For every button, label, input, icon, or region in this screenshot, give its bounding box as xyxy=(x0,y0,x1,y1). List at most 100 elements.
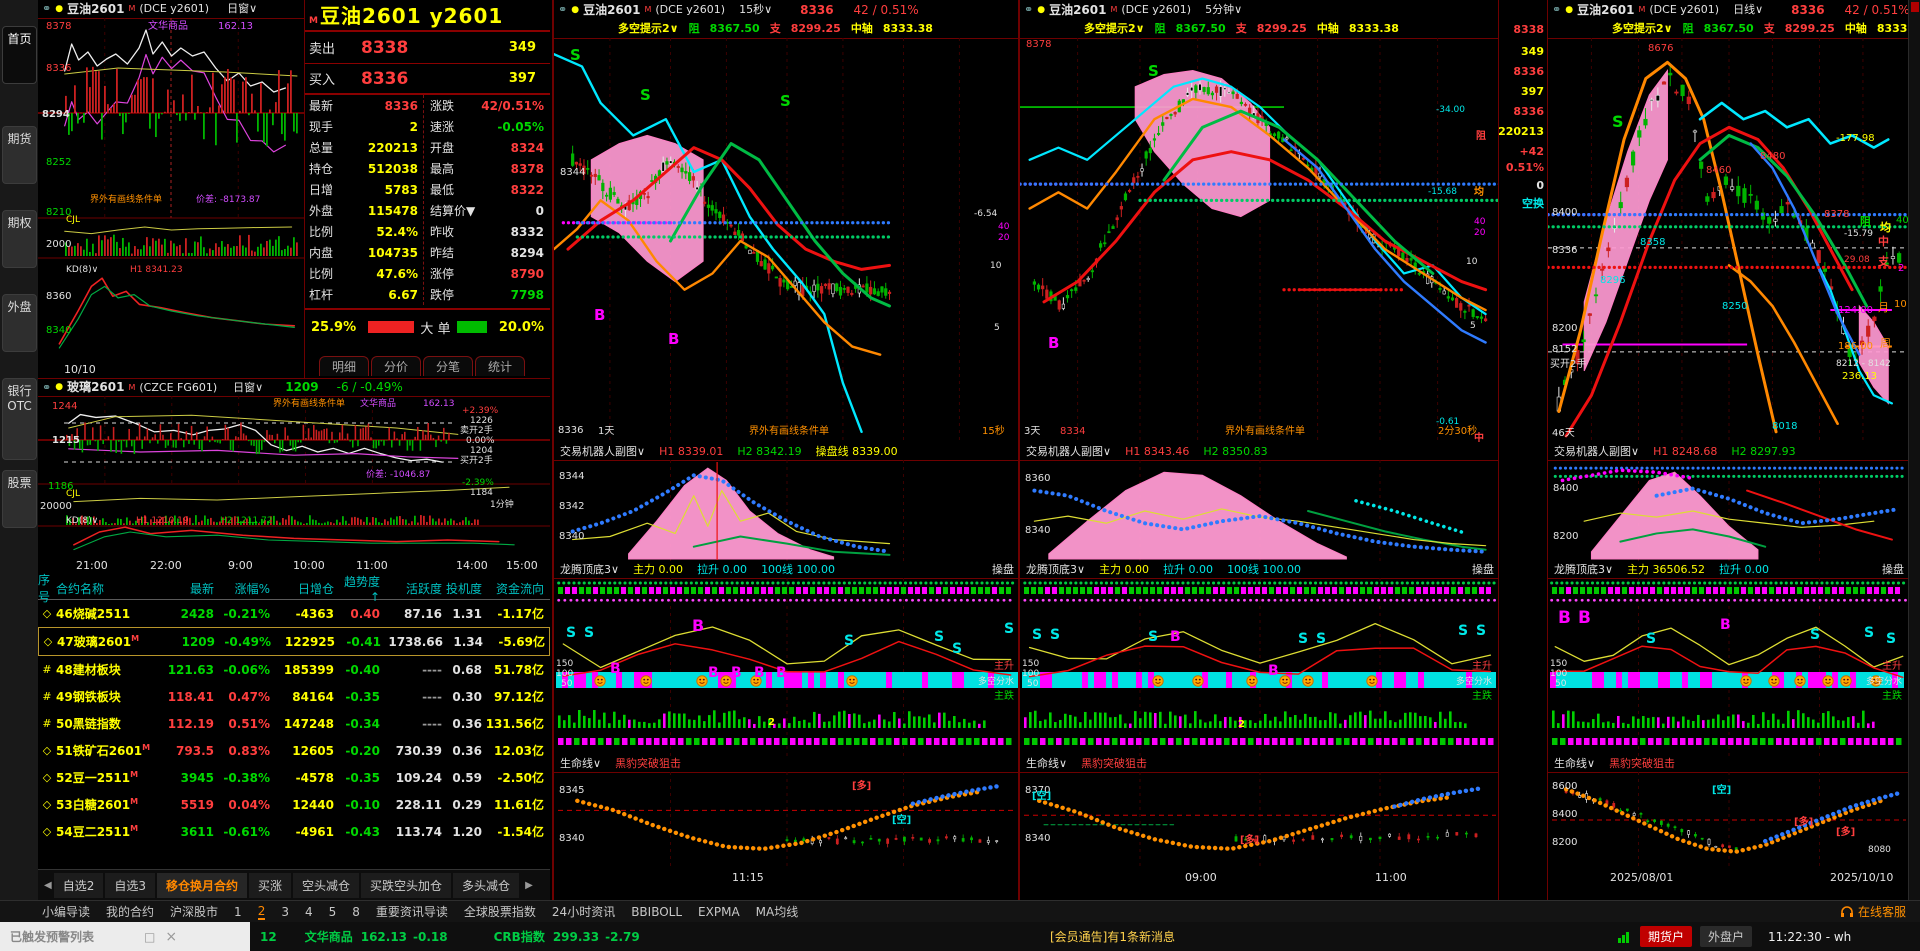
quote-tab-3[interactable]: 统计 xyxy=(475,356,526,376)
nav-item-11[interactable]: 24小时资讯 xyxy=(552,903,615,920)
nav-item-1[interactable]: 我的合约 xyxy=(106,903,154,920)
instrument-dot-icon: ● xyxy=(55,382,64,392)
quote-instrument-title: 豆油2601 y2601 xyxy=(319,4,504,28)
col-header-2[interactable]: 最新 xyxy=(162,580,214,597)
nav-item-8[interactable]: 8 xyxy=(352,905,360,919)
buy-row[interactable]: 买入 8336 397 xyxy=(305,64,550,95)
table-row[interactable]: #49钢铁板块 118.41 0.47% 84164 -0.35 ---- 0.30 97.1… xyxy=(38,683,550,710)
chart-label: 8018 xyxy=(1772,421,1798,432)
col-header-4[interactable]: 日增仓 xyxy=(270,580,334,597)
chart-label: S xyxy=(1864,625,1875,641)
member-notice[interactable]: [会员通告]有1条新消息 xyxy=(1050,928,1175,945)
nav-item-3[interactable]: 1 xyxy=(234,905,242,919)
watchlist-tab-0[interactable]: 自选2 xyxy=(53,872,104,898)
nav-item-5[interactable]: 3 xyxy=(281,905,289,919)
dragon-header-part[interactable]: 龙腾顶底3∨ xyxy=(560,562,619,578)
sidebar-item-4[interactable]: 银行OTC xyxy=(2,378,37,460)
capital-flow: -1.17亿 xyxy=(497,607,544,621)
table-row[interactable]: #48建材板块 121.63 -0.06% 185399 -0.40 ---- 0.68 51… xyxy=(38,656,550,683)
quote-tab-0[interactable]: 明细 xyxy=(319,356,370,376)
dragon-pane: S S S B S S B S S 150 100 50 主升 多空分水 主跌 2 xyxy=(1020,578,1500,757)
robot-header-part[interactable]: 交易机器人副图∨ xyxy=(1026,444,1111,460)
period-dropdown[interactable]: 日窗∨ xyxy=(227,0,257,18)
chart-label: 8340 xyxy=(1025,833,1051,844)
signal-part: 中轴 xyxy=(1844,22,1867,35)
life-header-part[interactable]: 生命线∨ xyxy=(1026,756,1067,772)
nav-item-7[interactable]: 5 xyxy=(329,905,337,919)
chart-label: S xyxy=(844,633,855,649)
quote-tab-1[interactable]: 分价 xyxy=(371,356,422,376)
col-header-8[interactable]: 资金流向 xyxy=(482,580,544,597)
sidebar-item-1[interactable]: 期货 xyxy=(2,126,37,184)
robot-header-part[interactable]: 交易机器人副图∨ xyxy=(1554,444,1639,460)
chart-label: 29.08 xyxy=(1844,255,1870,265)
tab-scroll-right-icon[interactable]: ▶ xyxy=(525,880,533,891)
nav-item-10[interactable]: 全球股票指数 xyxy=(464,903,536,920)
watchlist-tab-2[interactable]: 移仓换月合约 xyxy=(156,872,247,898)
nav-item-6[interactable]: 4 xyxy=(305,905,313,919)
sidebar-item-0[interactable]: 首页 xyxy=(2,26,37,84)
dragon-header-part[interactable]: 龙腾顶底3∨ xyxy=(1026,562,1085,578)
robot-header: 交易机器人副图∨ H1 8248.68 H2 8297.93 xyxy=(1548,444,1910,461)
nav-item-14[interactable]: MA均线 xyxy=(756,903,799,920)
nav-item-12[interactable]: BBIBOLL xyxy=(631,905,682,919)
futures-account-button[interactable]: 期货户 xyxy=(1640,926,1693,947)
col-header-7[interactable]: 投机度 xyxy=(442,580,482,597)
watchlist-tab-5[interactable]: 买跌空头加仓 xyxy=(361,872,452,898)
restore-icon[interactable]: □ xyxy=(144,930,155,944)
table-row[interactable]: #50黑链指数 112.19 0.51% 147248 -0.34 ---- 0.36 131… xyxy=(38,710,550,737)
activity: 87.16 xyxy=(404,606,442,621)
activity: 109.24 xyxy=(395,770,442,785)
watchlist-tab-3[interactable]: 买涨 xyxy=(249,872,292,898)
overseas-account-button[interactable]: 外盘户 xyxy=(1700,926,1753,947)
robot-header-part[interactable]: 交易机器人副图∨ xyxy=(560,444,645,460)
table-row[interactable]: ◇ 51铁矿石2601M 793.5 0.83% 12605 -0.20 730.39 0.3… xyxy=(38,737,550,764)
chart-label: 100 xyxy=(1022,669,1040,679)
period-dropdown[interactable]: 日线∨ xyxy=(1733,0,1763,20)
col-header-6[interactable]: 活跃度 xyxy=(380,580,442,597)
axis-time: 15:00 xyxy=(506,559,538,572)
nav-item-13[interactable]: EXPMA xyxy=(698,905,740,919)
sidebar-item-2[interactable]: 期权 xyxy=(2,210,37,268)
chart-label: [多] xyxy=(852,781,872,792)
tab-scroll-left-icon[interactable]: ◀ xyxy=(44,880,52,891)
col-header-1[interactable]: 合约名称 xyxy=(56,580,162,597)
alert-popup[interactable]: 已触发预警列表 □ × xyxy=(0,922,250,951)
quote-value: -0.05% xyxy=(497,119,544,134)
table-row[interactable]: ◇ 47玻璃2601M 1209 -0.49% 122925 -0.41 1738.66 1.… xyxy=(38,627,550,656)
nav-item-4[interactable]: 2 xyxy=(257,904,266,920)
chart-label: 阻 xyxy=(1860,215,1871,228)
table-row[interactable]: ◇ 54豆二2511M 3611 -0.61% -4961 -0.43 113.74 1.20… xyxy=(38,818,550,845)
signal-part[interactable]: 多空提示2∨ xyxy=(618,20,679,38)
table-row[interactable]: ◇ 52豆一2511M 3945 -0.38% -4578 -0.35 109.24 0.59… xyxy=(38,764,550,791)
watchlist-tab-4[interactable]: 空头减仓 xyxy=(293,872,360,898)
col-header-3[interactable]: 涨幅% xyxy=(214,580,270,597)
life-header-part[interactable]: 生命线∨ xyxy=(560,756,601,772)
sidebar-item-3[interactable]: 外盘 xyxy=(2,294,37,352)
life-header-part[interactable]: 生命线∨ xyxy=(1554,756,1595,772)
nav-item-9[interactable]: 重要资讯导读 xyxy=(376,903,448,920)
dragon-header-part[interactable]: 龙腾顶底3∨ xyxy=(1554,562,1613,578)
table-row[interactable]: ◇ 53白糖2601M 5519 0.04% 12440 -0.10 228.11 0.29 1… xyxy=(38,791,550,818)
quote-tab-2[interactable]: 分笔 xyxy=(423,356,474,376)
watchlist-tab-1[interactable]: 自选3 xyxy=(105,872,155,898)
col-header-5[interactable]: 趋势度↑ xyxy=(334,573,380,604)
period-dropdown[interactable]: 日窗∨ xyxy=(233,379,263,396)
sell-row[interactable]: 卖出 8338 349 xyxy=(305,32,550,64)
close-icon[interactable]: × xyxy=(165,929,177,945)
signal-part[interactable]: 多空提示2∨ xyxy=(1612,20,1673,38)
activity: 730.39 xyxy=(395,743,442,758)
period-dropdown[interactable]: 5分钟∨ xyxy=(1205,0,1242,20)
nav-item-2[interactable]: 沪深股市 xyxy=(170,903,218,920)
sidebar-item-5[interactable]: 股票 xyxy=(2,470,37,528)
col-header-0[interactable]: 序号 xyxy=(38,571,56,605)
watchlist-tab-6[interactable]: 多头减仓 xyxy=(453,872,520,898)
table-row[interactable]: ◇ 46烧碱2511 2428 -0.21% -4363 0.40 87.16 1.31 -1.… xyxy=(38,600,550,627)
main-contract-badge: M xyxy=(130,824,139,833)
period-dropdown[interactable]: 15秒∨ xyxy=(739,0,772,20)
nav-item-0[interactable]: 小编导读 xyxy=(42,903,90,920)
online-service-button[interactable]: 在线客服 xyxy=(1840,903,1906,920)
dragon-right-label: 操盘 xyxy=(1472,563,1494,576)
signal-part[interactable]: 多空提示2∨ xyxy=(1084,20,1145,38)
contract-name: 54豆二2511M xyxy=(56,824,139,839)
